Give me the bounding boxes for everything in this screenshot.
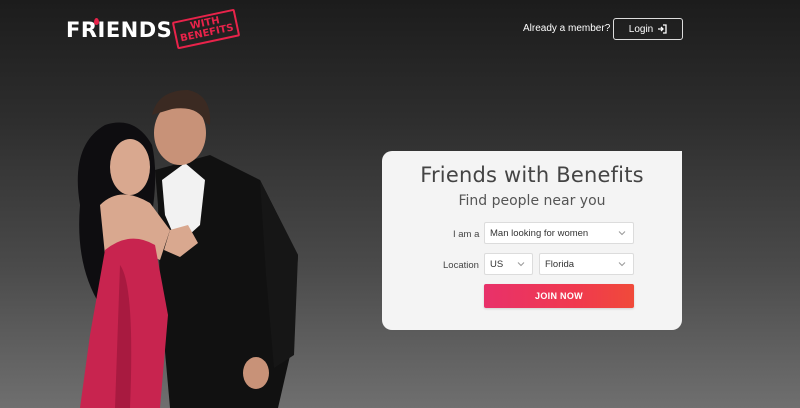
- already-member-text: Already a member?: [523, 23, 611, 34]
- panel-subtitle: Find people near you: [458, 193, 606, 209]
- logo-drop-icon: [94, 18, 99, 25]
- signup-panel: Friends with Benefits Find people near y…: [382, 151, 682, 330]
- join-now-button[interactable]: JOIN NOW: [484, 284, 634, 308]
- login-button[interactable]: Login: [613, 18, 683, 40]
- chevron-down-icon: [618, 231, 626, 236]
- login-button-label: Login: [628, 23, 654, 35]
- site-logo[interactable]: FRIENDS WITH BENEFITS: [66, 8, 241, 50]
- logo-stamp: WITH BENEFITS: [172, 8, 241, 50]
- state-select[interactable]: Florida: [539, 253, 634, 275]
- chevron-down-icon: [517, 262, 525, 267]
- country-select[interactable]: US: [484, 253, 533, 275]
- seeking-select[interactable]: Man looking for women: [484, 222, 634, 244]
- panel-title: Friends with Benefits: [420, 163, 644, 187]
- country-select-value: US: [490, 258, 504, 270]
- state-select-value: Florida: [545, 258, 575, 270]
- logo-wordmark: FRIENDS: [66, 18, 173, 42]
- couple-photo: [77, 90, 298, 408]
- seeking-select-value: Man looking for women: [490, 227, 589, 239]
- login-arrow-icon: [658, 24, 667, 34]
- location-label: Location: [443, 260, 479, 271]
- chevron-down-icon: [618, 262, 626, 267]
- i-am-label: I am a: [453, 229, 480, 240]
